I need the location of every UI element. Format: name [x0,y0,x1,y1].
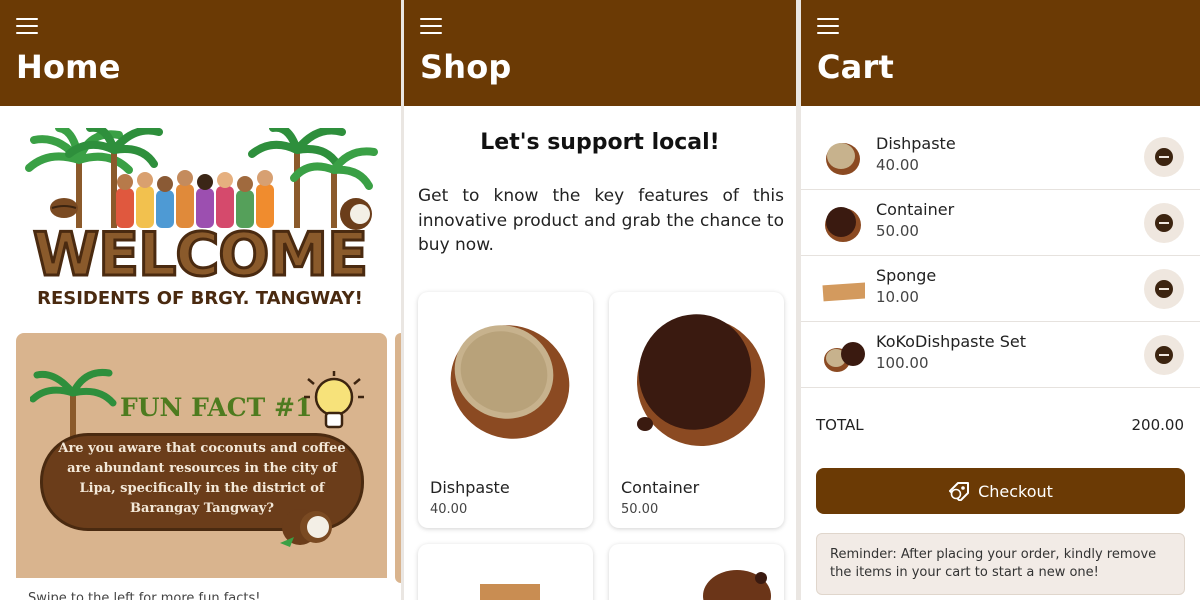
cart-item-name: Sponge [876,266,937,285]
container-coconut-image [637,314,765,446]
dishpaste-thumbnail [826,143,860,175]
cart-item-row: Container 50.00 [801,190,1200,256]
minus-circle-icon [1155,346,1173,364]
fun-fact-card[interactable]: FUN FACT #1 Are you aware that coconuts … [16,333,387,600]
shop-screen: Shop Let's support local! Get to know th… [404,0,796,600]
home-app-bar: Home [0,0,401,106]
product-card-set[interactable] [609,544,784,600]
cart-item-row: Dishpaste 40.00 [801,124,1200,190]
welcome-headline: WELCOME [31,219,369,292]
cart-app-bar: Cart [801,0,1200,106]
page-title: Cart [817,48,894,86]
cart-item-name: Container [876,200,955,219]
app-screens: Home WELCOME RESIDENTS OF BRGY. TANGWAY!… [0,0,1200,600]
lightbulb-icon [304,371,364,429]
reminder-notice: Reminder: After placing your order, kind… [816,533,1185,595]
cart-item-price: 10.00 [876,288,919,306]
cart-item-price: 100.00 [876,354,929,372]
cart-item-name: KoKoDishpaste Set [876,332,1026,351]
product-name: Dishpaste [430,478,510,497]
shop-app-bar: Shop [404,0,796,106]
minus-circle-icon [1155,214,1173,232]
cart-item-row: Sponge 10.00 [801,256,1200,322]
checkout-button[interactable]: Checkout [816,468,1185,514]
swipe-hint-text: Swipe to the left for more fun facts! [28,591,261,600]
product-price: 50.00 [621,502,659,517]
welcome-subheadline: RESIDENTS OF BRGY. TANGWAY! [37,288,363,309]
coconut-icon [280,509,332,547]
product-card-container[interactable]: Container 50.00 [609,292,784,528]
sponge-thumbnail [822,282,865,302]
product-card-dishpaste[interactable]: Dishpaste 40.00 [418,292,593,528]
sponge-image [480,584,540,600]
remove-item-button[interactable] [1144,269,1184,309]
checkout-label: Checkout [978,482,1053,501]
minus-circle-icon [1155,148,1173,166]
dishpaste-set-image [703,570,771,600]
cart-item-name: Dishpaste [876,134,956,153]
page-title: Home [16,48,121,86]
home-screen: Home WELCOME RESIDENTS OF BRGY. TANGWAY!… [0,0,401,600]
total-label: TOTAL [816,416,864,434]
welcome-banner: WELCOME RESIDENTS OF BRGY. TANGWAY! [16,128,384,318]
shop-heading: Let's support local! [480,130,720,155]
cart-item-row: KoKoDishpaste Set 100.00 [801,322,1200,388]
cart-item-price: 40.00 [876,156,919,174]
total-value: 200.00 [1131,416,1185,434]
dishpaste-coconut-image [450,325,570,439]
cart-screen: Cart Dishpaste 40.00 Container 50.00 Spo… [801,0,1200,600]
minus-circle-icon [1155,280,1173,298]
next-fun-fact-card-peek[interactable] [395,333,401,583]
hamburger-menu-icon[interactable] [817,18,839,34]
cart-item-price: 50.00 [876,222,919,240]
remove-item-button[interactable] [1144,137,1184,177]
product-card-sponge[interactable] [418,544,593,600]
product-price: 40.00 [430,502,468,517]
palm-tree-icon [30,368,117,441]
shop-description: Get to know the key features of this inn… [418,186,784,255]
hamburger-menu-icon[interactable] [16,18,38,34]
checkout-button-content: Checkout [816,481,1185,501]
remove-item-button[interactable] [1144,335,1184,375]
remove-item-button[interactable] [1144,203,1184,243]
page-title: Shop [420,48,512,86]
hamburger-menu-icon[interactable] [420,18,442,34]
container-thumbnail [825,207,861,242]
price-tag-icon [949,482,970,501]
dishpaste-set-thumbnail [824,342,865,372]
product-name: Container [621,478,700,497]
fun-fact-title: FUN FACT #1 [120,393,313,422]
